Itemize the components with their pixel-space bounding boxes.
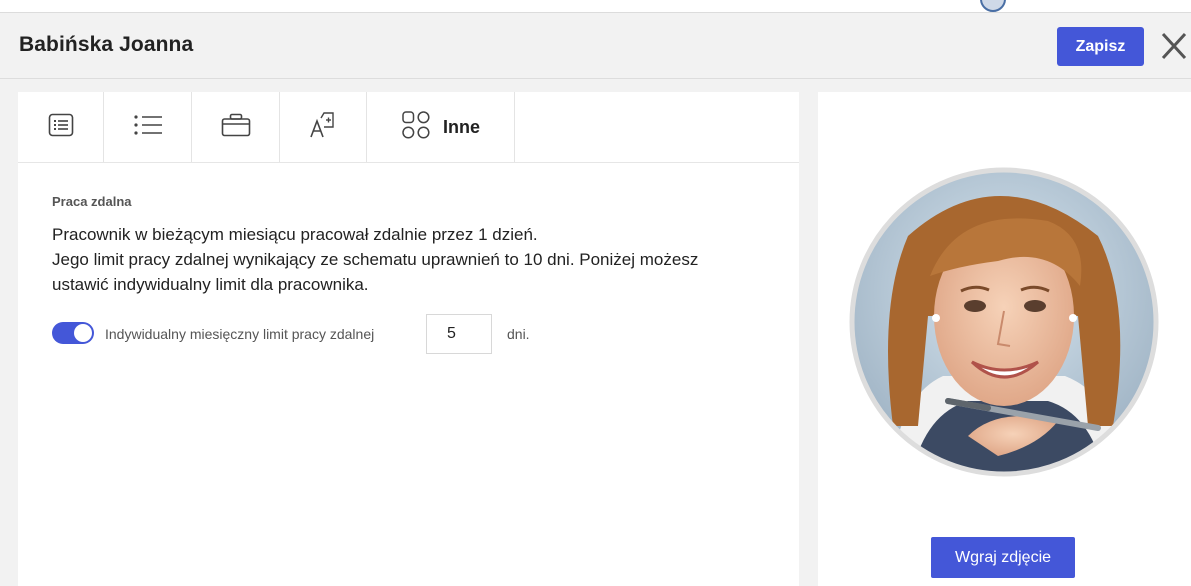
close-icon[interactable] [1158, 29, 1190, 63]
employee-edit-page: Babińska Joanna Zapisz Inne Praca zdalna… [0, 0, 1191, 586]
days-unit-label: dni. [507, 326, 530, 342]
page-title: Babińska Joanna [19, 33, 194, 56]
form-list-icon [48, 113, 74, 142]
upload-photo-button[interactable]: Wgraj zdjęcie [931, 537, 1075, 578]
bullet-list-icon [133, 113, 163, 142]
individual-limit-label: Indywidualny miesięczny limit pracy zdal… [105, 326, 375, 342]
remote-work-info-line-3: ustawić indywidualny limit dla pracownik… [52, 275, 369, 294]
tab-form[interactable] [18, 92, 104, 162]
save-button[interactable]: Zapisz [1057, 27, 1144, 66]
tab-divider [18, 162, 799, 163]
remote-work-info-line-2: Jego limit pracy zdalnej wynikający ze s… [52, 250, 699, 269]
remote-work-info-line-1: Pracownik w bieżącym miesiącu pracował z… [52, 225, 538, 244]
limit-days-input[interactable] [426, 314, 492, 354]
tab-font[interactable] [280, 92, 367, 162]
tab-work[interactable] [192, 92, 280, 162]
toggle-knob [74, 324, 92, 342]
employee-photo [848, 166, 1160, 478]
individual-limit-toggle[interactable] [52, 322, 94, 344]
header-bar: Babińska Joanna Zapisz [0, 13, 1191, 79]
tab-other-label: Inne [442, 116, 480, 137]
tab-bar: Inne [18, 92, 515, 162]
font-size-icon [309, 111, 337, 144]
details-panel: Inne Praca zdalna Pracownik w bieżącym m… [18, 92, 799, 586]
photo-panel: Wgraj zdjęcie [818, 92, 1191, 586]
top-strip [0, 0, 1191, 13]
tab-list[interactable] [104, 92, 192, 162]
briefcase-icon [221, 113, 251, 142]
apps-grid-icon [401, 110, 431, 145]
user-avatar-icon[interactable] [980, 0, 1006, 12]
section-title: Praca zdalna [52, 194, 132, 209]
tab-other[interactable]: Inne [367, 92, 515, 162]
